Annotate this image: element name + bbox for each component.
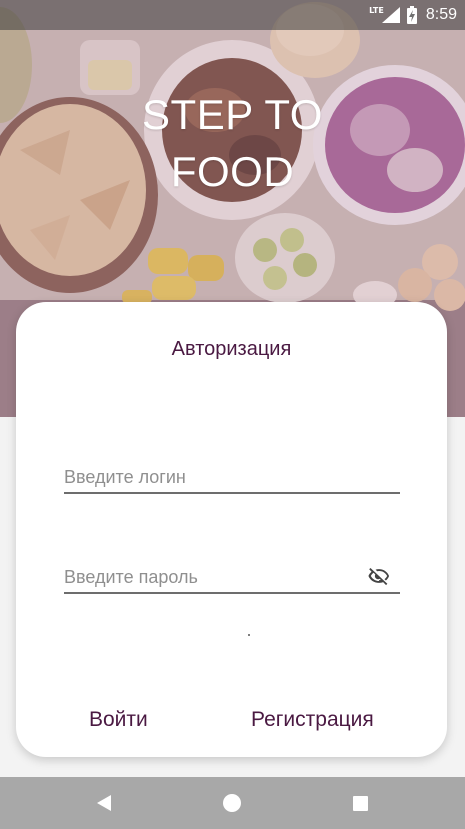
login-button[interactable]: Войти xyxy=(89,708,148,732)
recents-square-icon xyxy=(353,795,369,811)
login-field[interactable] xyxy=(64,452,400,494)
back-triangle-icon xyxy=(97,795,112,811)
nav-home-button[interactable] xyxy=(202,777,262,829)
eye-off-icon[interactable] xyxy=(366,565,392,587)
app-title-line-2: FOOD xyxy=(170,148,295,195)
auth-title: Авторизация xyxy=(171,338,292,360)
password-input[interactable] xyxy=(64,567,354,588)
loading-dot xyxy=(248,634,250,636)
register-button[interactable]: Регистрация xyxy=(251,708,374,732)
signal-icon xyxy=(381,7,400,23)
nav-recents-button[interactable] xyxy=(331,777,391,829)
navigation-bar xyxy=(0,777,465,829)
password-field[interactable] xyxy=(64,552,400,594)
status-bar: LTE 8:59 xyxy=(0,0,465,30)
app-title: STEP TO FOOD xyxy=(0,86,465,200)
login-input[interactable] xyxy=(64,467,354,488)
auth-card: Авторизация Войти Регистрация xyxy=(16,302,447,757)
home-circle-icon xyxy=(223,794,242,812)
status-time: 8:59 xyxy=(425,6,457,23)
nav-back-button[interactable] xyxy=(74,777,134,829)
battery-charging-icon xyxy=(406,6,417,24)
app-title-line-1: STEP TO xyxy=(142,91,323,138)
